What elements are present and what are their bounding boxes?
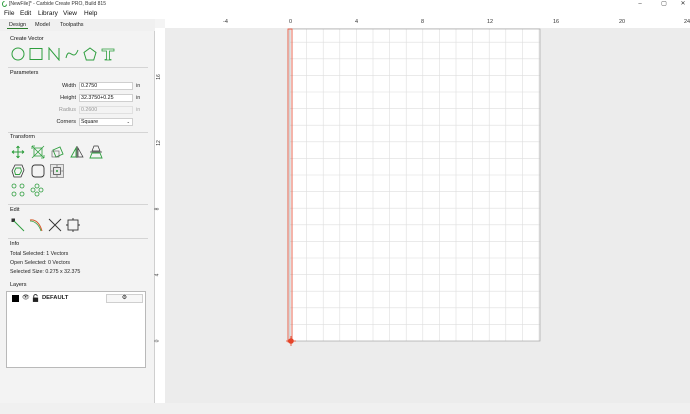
- section-edit: Edit: [10, 207, 20, 213]
- stock-area: [290, 29, 540, 341]
- maximize-button[interactable]: ▢: [657, 0, 671, 9]
- polygon-icon[interactable]: [83, 47, 97, 61]
- corners-label: Corners: [56, 119, 76, 125]
- info-total-selected: Total Selected: 1 Vectors: [10, 251, 69, 257]
- flip-icon[interactable]: [89, 145, 103, 159]
- rotate-icon[interactable]: [51, 145, 65, 159]
- width-field[interactable]: 0.2750: [79, 82, 133, 90]
- ruler-top: -4 0 4 8 12 16 20 24: [165, 19, 690, 28]
- radius-label: Radius: [58, 107, 76, 113]
- menu-file[interactable]: File: [4, 10, 14, 17]
- menu-edit[interactable]: Edit: [20, 10, 31, 17]
- cut-icon[interactable]: [48, 218, 62, 232]
- divider: [8, 132, 148, 133]
- offset-icon[interactable]: [11, 164, 25, 178]
- circular-array-icon[interactable]: [11, 183, 25, 197]
- width-unit: in: [136, 83, 141, 89]
- info-selected-size: Selected Size: 0.275 x 32.375: [10, 269, 81, 275]
- section-parameters: Parameters: [10, 70, 39, 76]
- layer-row[interactable]: 👁 DEFAULT ⚙: [9, 294, 143, 303]
- ruler-top-tick: 24: [684, 19, 690, 25]
- divider: [8, 238, 148, 239]
- info-open-selected: Open Selected: 0 Vectors: [10, 260, 71, 266]
- corners-value: Square: [81, 119, 99, 125]
- ruler-top-tick: 4: [355, 19, 359, 25]
- height-unit: in: [136, 95, 141, 101]
- layer-name: DEFAULT: [42, 295, 69, 301]
- rectangle-icon[interactable]: [29, 47, 43, 61]
- circle-icon[interactable]: [11, 47, 25, 61]
- design-canvas[interactable]: [155, 19, 690, 403]
- mirror-icon[interactable]: [70, 145, 84, 159]
- section-transform: Transform: [10, 134, 35, 140]
- ruler-left-tick: 0: [154, 339, 161, 343]
- node-edit-icon[interactable]: [11, 218, 25, 232]
- polyline-icon[interactable]: [47, 46, 61, 62]
- ruler-corner: [155, 19, 165, 28]
- eye-icon[interactable]: 👁: [22, 294, 30, 301]
- canvas-grid: [155, 28, 541, 346]
- ruler-top-tick: 20: [619, 19, 626, 25]
- ruler-top-tick: 0: [289, 19, 293, 25]
- align-icon[interactable]: [50, 164, 64, 178]
- radius-unit: in: [136, 107, 141, 113]
- title-bar: [NewFile]* - Carbide Create PRO, Build 8…: [0, 0, 690, 9]
- height-field[interactable]: 32.3750+0.25: [79, 94, 133, 102]
- layers-list: 👁 DEFAULT ⚙: [6, 291, 146, 368]
- curve-icon[interactable]: [65, 47, 79, 61]
- ruler-left-tick: 4: [154, 273, 161, 277]
- divider: [8, 204, 148, 205]
- ruler-left-tick: 16: [155, 74, 162, 80]
- move-icon[interactable]: [11, 145, 25, 159]
- ruler-top-tick: 8: [421, 19, 425, 25]
- minimize-button[interactable]: –: [633, 0, 647, 9]
- app-logo-icon: [1, 1, 7, 8]
- text-icon[interactable]: [101, 47, 115, 61]
- ruler-top-tick: -4: [223, 19, 228, 25]
- mode-tabs: Design Model Toolpaths: [0, 20, 155, 31]
- close-button[interactable]: ✕: [676, 0, 690, 9]
- menu-library[interactable]: Library: [38, 10, 58, 17]
- menu-help[interactable]: Help: [84, 10, 97, 17]
- radius-field: 0.2600: [79, 106, 133, 114]
- ruler-left: 16 12 8 4 0: [154, 28, 165, 403]
- ruler-left-tick: 8: [154, 207, 161, 211]
- boundary-icon[interactable]: [66, 218, 80, 232]
- divider: [8, 67, 148, 68]
- section-info: Info: [10, 241, 20, 247]
- section-layers: Layers: [10, 282, 27, 288]
- window-title: [NewFile]* - Carbide Create PRO, Build 8…: [9, 1, 106, 7]
- chevron-down-icon: ⌄: [126, 119, 130, 124]
- layer-settings-button[interactable]: ⚙: [106, 294, 143, 303]
- tab-toolpaths[interactable]: Toolpaths: [58, 22, 86, 28]
- menu-bar: File Edit Library View Help: [0, 9, 690, 19]
- gear-icon: ⚙: [121, 295, 128, 301]
- corners-select[interactable]: Square ⌄: [79, 118, 133, 126]
- trim-icon[interactable]: [29, 218, 43, 232]
- ruler-left-tick: 12: [155, 140, 162, 146]
- layer-color-swatch[interactable]: [12, 295, 19, 302]
- tab-model[interactable]: Model: [33, 22, 52, 28]
- width-label: Width: [61, 83, 76, 89]
- status-bar: [0, 403, 690, 414]
- menu-view[interactable]: View: [63, 10, 77, 17]
- rectangular-array-icon[interactable]: [30, 183, 44, 197]
- scale-icon[interactable]: [31, 145, 45, 159]
- tab-design[interactable]: Design: [7, 22, 29, 29]
- height-label: Height: [60, 95, 76, 101]
- fillet-icon[interactable]: [31, 164, 45, 178]
- ruler-top-tick: 12: [487, 19, 494, 25]
- ruler-top-tick: 16: [553, 19, 560, 25]
- lock-icon[interactable]: [32, 294, 39, 302]
- section-create-vector: Create Vector: [10, 36, 44, 42]
